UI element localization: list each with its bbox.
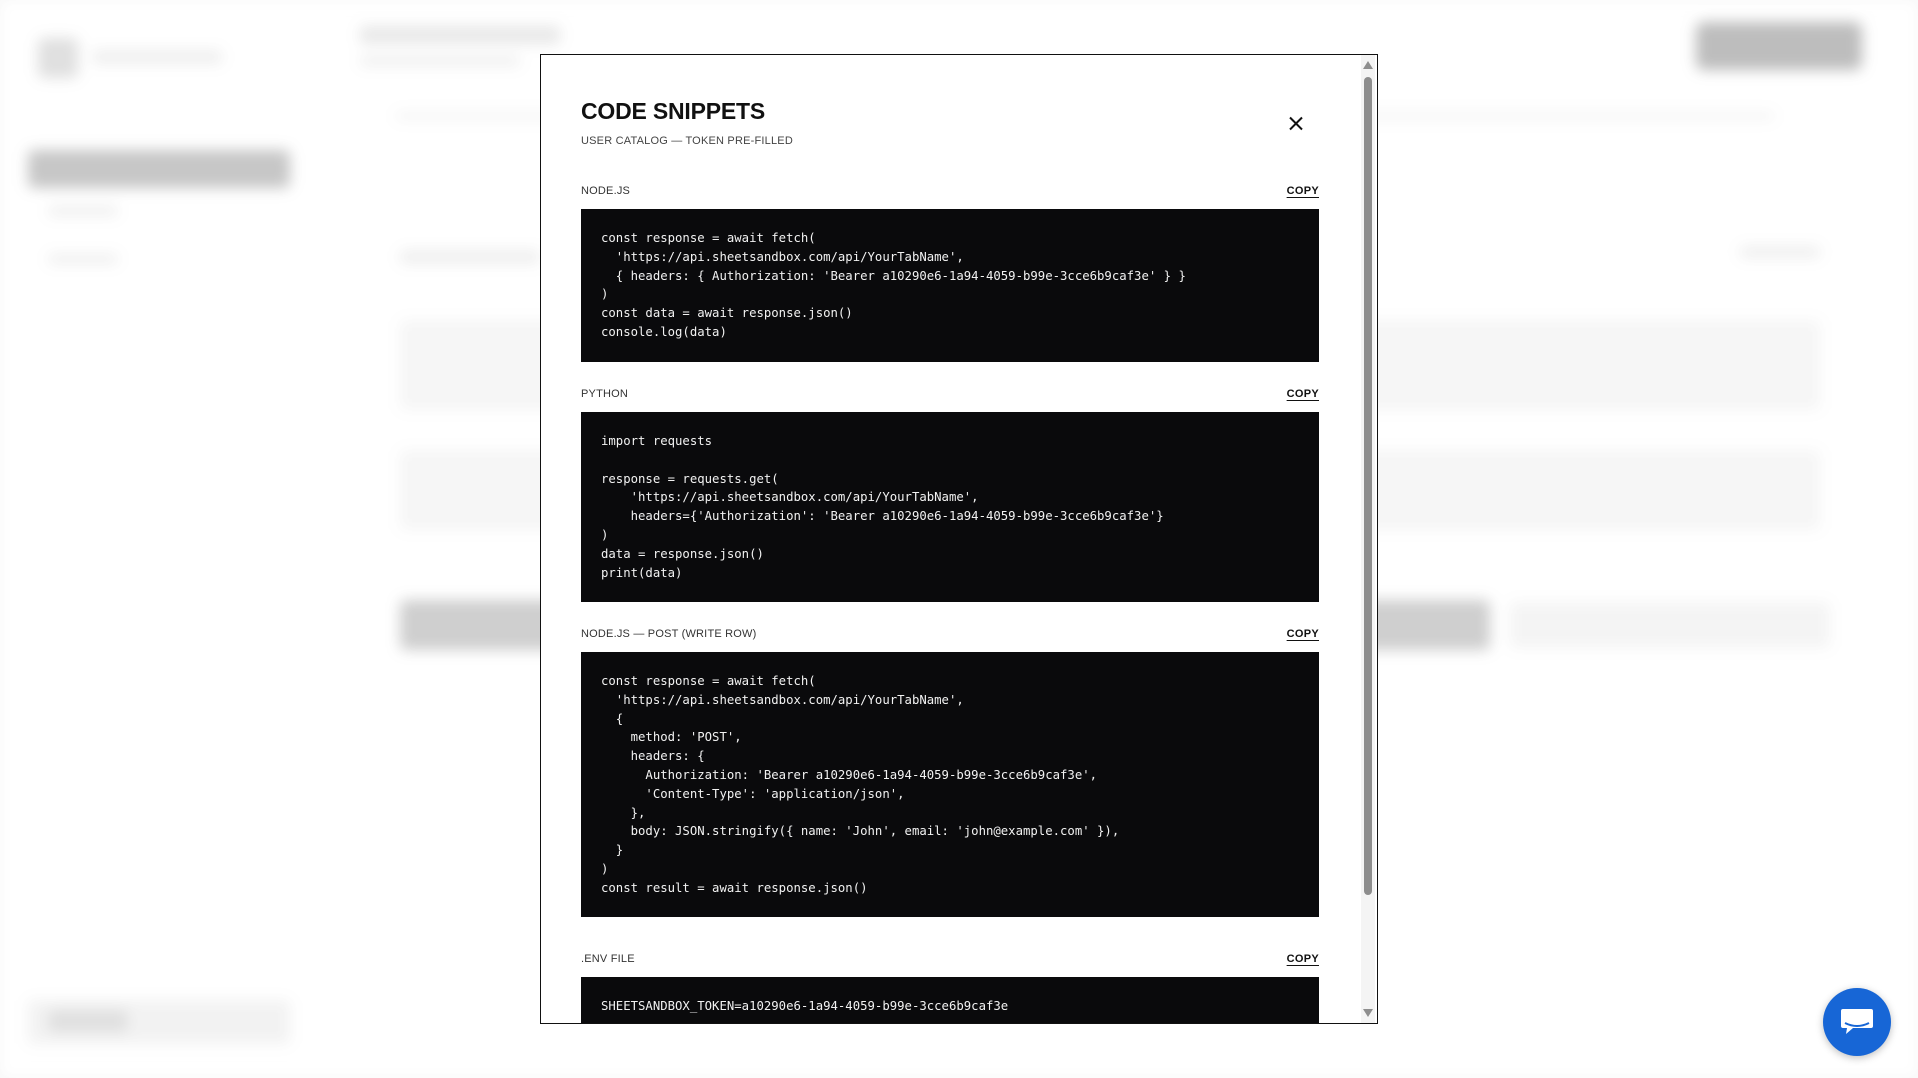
scroll-down-arrow-icon[interactable] xyxy=(1363,1009,1373,1017)
code-block[interactable]: import requests response = requests.get(… xyxy=(581,412,1319,602)
scrollbar-thumb[interactable] xyxy=(1364,77,1372,895)
snippet-nodejs-post: NODE.JS — POST (WRITE ROW) COPY const re… xyxy=(581,624,1319,917)
snippet-label: NODE.JS — POST (WRITE ROW) xyxy=(581,628,757,640)
snippet-python: PYTHON COPY import requests response = r… xyxy=(581,384,1319,602)
snippet-label: .ENV FILE xyxy=(581,953,635,965)
copy-button[interactable]: COPY xyxy=(1287,953,1319,965)
modal-subtitle: USER CATALOG — TOKEN PRE-FILLED xyxy=(581,135,793,147)
code-block[interactable]: const response = await fetch( 'https://a… xyxy=(581,209,1319,362)
copy-button[interactable]: COPY xyxy=(1287,628,1319,640)
snippet-label: NODE.JS xyxy=(581,185,631,197)
chat-launcher-button[interactable] xyxy=(1823,988,1891,1056)
code-snippets-modal: CODE SNIPPETS USER CATALOG — TOKEN PRE-F… xyxy=(540,54,1378,1024)
scroll-up-arrow-icon[interactable] xyxy=(1363,61,1373,69)
snippet-nodejs: NODE.JS COPY const response = await fetc… xyxy=(581,181,1319,362)
modal-scrollbar[interactable] xyxy=(1361,55,1375,1023)
chat-bubble-icon xyxy=(1841,1009,1873,1034)
modal-scroll-area[interactable]: CODE SNIPPETS USER CATALOG — TOKEN PRE-F… xyxy=(541,55,1359,1023)
snippet-label: PYTHON xyxy=(581,388,629,400)
copy-button[interactable]: COPY xyxy=(1287,185,1319,197)
close-icon[interactable] xyxy=(1285,113,1307,135)
code-block[interactable]: const response = await fetch( 'https://a… xyxy=(581,652,1319,917)
code-block[interactable]: SHEETSANDBOX_TOKEN=a10290e6-1a94-4059-b9… xyxy=(581,977,1319,1023)
modal-title: CODE SNIPPETS xyxy=(581,98,765,124)
snippet-env-file: .ENV FILE COPY SHEETSANDBOX_TOKEN=a10290… xyxy=(581,949,1319,1023)
copy-button[interactable]: COPY xyxy=(1287,388,1319,400)
